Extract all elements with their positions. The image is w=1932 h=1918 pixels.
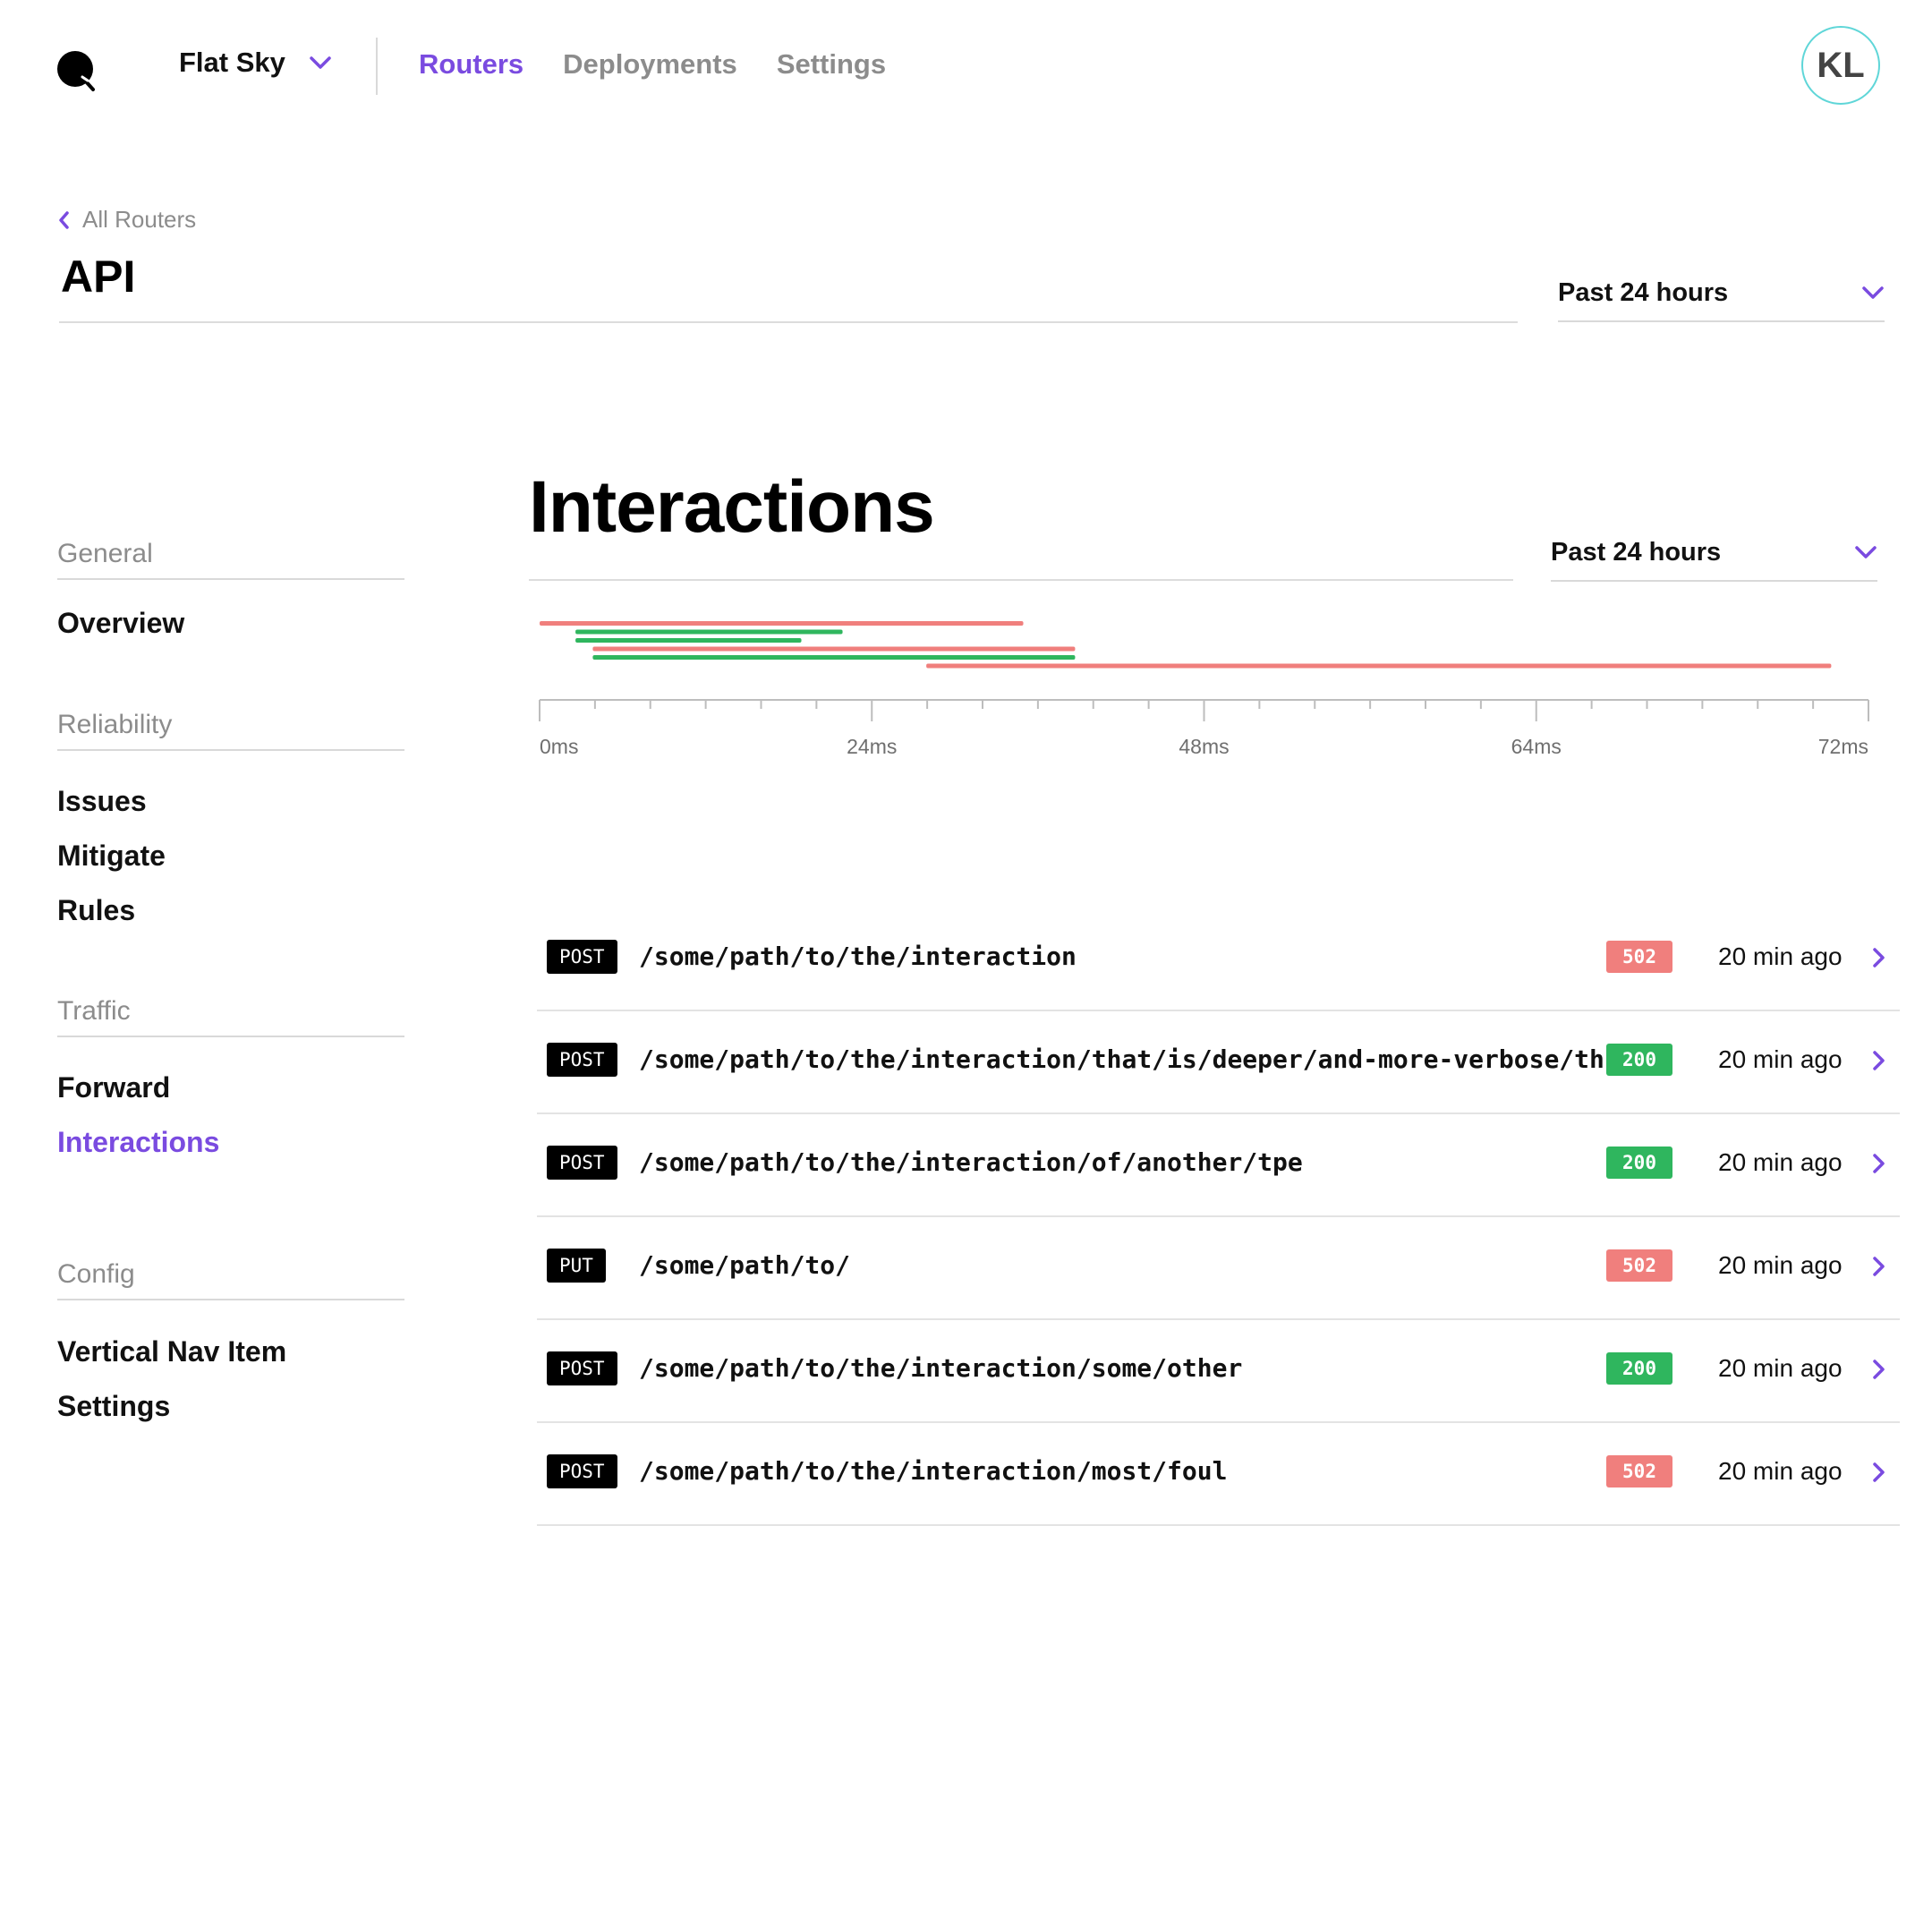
chevron-right-icon[interactable] bbox=[1870, 1152, 1888, 1175]
chevron-down-icon bbox=[310, 56, 331, 69]
interaction-path: /some/path/to/the/interaction bbox=[639, 942, 1077, 971]
sidebar-item-vertical-nav-item[interactable]: Vertical Nav Item bbox=[57, 1335, 286, 1368]
time-range-select[interactable]: Past 24 hours bbox=[1558, 265, 1885, 322]
method-badge: POST bbox=[547, 1351, 617, 1385]
sidebar-item-settings[interactable]: Settings bbox=[57, 1390, 170, 1423]
interaction-row[interactable]: POST/some/path/to/the/interaction/most/f… bbox=[537, 1423, 1900, 1526]
nav-settings[interactable]: Settings bbox=[777, 48, 886, 81]
timestamp: 20 min ago bbox=[1718, 1457, 1843, 1485]
interaction-path: /some/path/to/the/interaction/most/foul bbox=[639, 1456, 1228, 1486]
time-range-value: Past 24 hours bbox=[1558, 277, 1729, 307]
interaction-path: /some/path/to/the/interaction/that/is/de… bbox=[639, 1044, 1635, 1074]
page-title: API bbox=[61, 251, 136, 302]
nav-deployments[interactable]: Deployments bbox=[563, 48, 737, 81]
status-badge: 200 bbox=[1606, 1147, 1672, 1179]
sidebar-item-forward[interactable]: Forward bbox=[57, 1071, 170, 1104]
sidebar-item-overview[interactable]: Overview bbox=[57, 607, 184, 640]
timestamp: 20 min ago bbox=[1718, 1354, 1843, 1382]
status-badge: 502 bbox=[1606, 1455, 1672, 1488]
interactions-time-range-select[interactable]: Past 24 hours bbox=[1551, 524, 1877, 582]
sidebar-item-rules[interactable]: Rules bbox=[57, 894, 135, 927]
chevron-right-icon[interactable] bbox=[1870, 946, 1888, 969]
interaction-path: /some/path/to/the/interaction/of/another… bbox=[639, 1147, 1303, 1177]
chevron-down-icon bbox=[1855, 546, 1877, 558]
sidebar-item-mitigate[interactable]: Mitigate bbox=[57, 840, 166, 873]
method-badge: POST bbox=[547, 1043, 617, 1077]
avatar[interactable]: KL bbox=[1801, 26, 1880, 105]
sidebar-section-config: Config bbox=[57, 1259, 404, 1300]
status-badge: 502 bbox=[1606, 941, 1672, 973]
timestamp: 20 min ago bbox=[1718, 1251, 1843, 1279]
sidebar-item-interactions[interactable]: Interactions bbox=[57, 1126, 219, 1159]
chevron-right-icon[interactable] bbox=[1870, 1358, 1888, 1381]
interaction-path: /some/path/to/ bbox=[639, 1250, 851, 1280]
status-badge: 502 bbox=[1606, 1249, 1672, 1282]
tick-label: 24ms bbox=[847, 735, 897, 758]
method-badge: POST bbox=[547, 940, 617, 974]
interaction-row[interactable]: POST/some/path/to/the/interaction/that/i… bbox=[537, 1011, 1900, 1114]
search-lens-icon[interactable] bbox=[55, 50, 98, 93]
section-title: Interactions bbox=[529, 466, 935, 548]
timeline-span bbox=[926, 663, 1832, 669]
method-badge: PUT bbox=[547, 1249, 606, 1283]
org-switcher[interactable]: Flat Sky bbox=[179, 47, 332, 79]
interaction-row[interactable]: POST/some/path/to/the/interaction 502 20 m… bbox=[537, 908, 1900, 1011]
chevron-right-icon[interactable] bbox=[1870, 1255, 1888, 1278]
org-name: Flat Sky bbox=[179, 47, 285, 78]
chevron-down-icon bbox=[1862, 286, 1884, 299]
timeline-span bbox=[592, 646, 1076, 652]
latency-timeline-chart: 0ms 24ms 48ms 64ms 72ms bbox=[539, 621, 1869, 758]
topbar-divider bbox=[376, 38, 378, 95]
timestamp: 20 min ago bbox=[1718, 942, 1843, 970]
timestamp: 20 min ago bbox=[1718, 1045, 1843, 1073]
interactions-list: POST/some/path/to/the/interaction 502 20 m… bbox=[537, 908, 1900, 1526]
interaction-row[interactable]: POST/some/path/to/the/interaction/some/o… bbox=[537, 1320, 1900, 1423]
tick-label: 64ms bbox=[1511, 735, 1562, 758]
tick-label: 0ms bbox=[540, 735, 578, 758]
section-divider bbox=[529, 579, 1513, 581]
timeline-span bbox=[592, 655, 1076, 660]
header-divider bbox=[59, 321, 1518, 323]
timeline-span bbox=[540, 621, 1024, 626]
interaction-row[interactable]: POST/some/path/to/the/interaction/of/ano… bbox=[537, 1114, 1900, 1217]
timeline-span bbox=[575, 638, 802, 643]
interaction-path: /some/path/to/the/interaction/some/other bbox=[639, 1353, 1243, 1383]
back-link-label: All Routers bbox=[82, 206, 197, 233]
status-badge: 200 bbox=[1606, 1044, 1672, 1076]
timestamp: 20 min ago bbox=[1718, 1148, 1843, 1176]
method-badge: POST bbox=[547, 1146, 617, 1180]
chevron-left-icon bbox=[59, 210, 69, 229]
tick-label: 72ms bbox=[1818, 735, 1868, 758]
chevron-right-icon[interactable] bbox=[1870, 1049, 1888, 1072]
method-badge: POST bbox=[547, 1454, 617, 1488]
back-link[interactable]: All Routers bbox=[57, 206, 196, 234]
sidebar-section-reliability: Reliability bbox=[57, 710, 404, 751]
top-nav: Routers Deployments Settings bbox=[419, 48, 886, 81]
sidebar-section-traffic: Traffic bbox=[57, 996, 404, 1037]
nav-routers[interactable]: Routers bbox=[419, 48, 523, 81]
sidebar-item-issues[interactable]: Issues bbox=[57, 785, 147, 818]
chevron-right-icon[interactable] bbox=[1870, 1461, 1888, 1484]
interactions-time-range-value: Past 24 hours bbox=[1551, 537, 1722, 567]
timeline-span bbox=[575, 629, 843, 635]
status-badge: 200 bbox=[1606, 1352, 1672, 1385]
tick-label: 48ms bbox=[1179, 735, 1229, 758]
sidebar-section-general: General bbox=[57, 539, 404, 580]
interaction-row[interactable]: PUT/some/path/to/502 20 min ago bbox=[537, 1217, 1900, 1320]
